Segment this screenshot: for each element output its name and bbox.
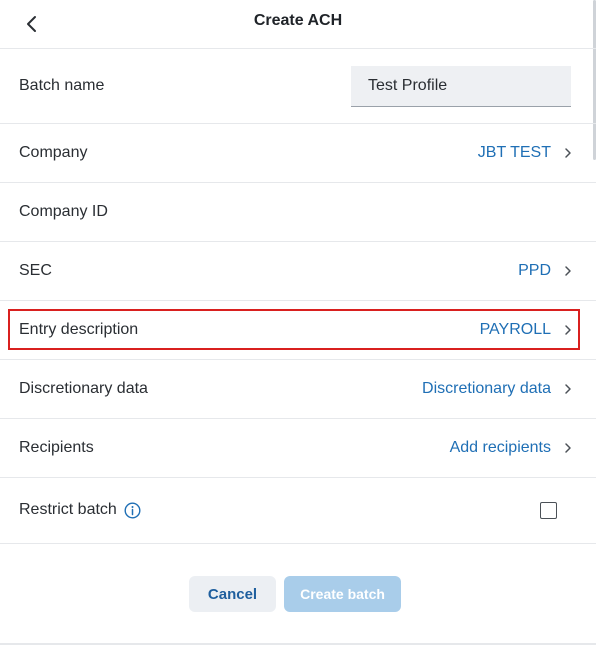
chevron-right-icon: [565, 443, 571, 453]
highlight-box: [8, 309, 580, 350]
company-label: Company: [19, 144, 88, 161]
sec-value[interactable]: PPD: [518, 262, 551, 280]
page-title: Create ACH: [253, 12, 343, 29]
chevron-right-icon: [565, 266, 571, 276]
discretionary-data-label: Discretionary data: [19, 380, 148, 397]
discretionary-data-value[interactable]: Discretionary data: [422, 380, 551, 398]
add-recipients-link[interactable]: Add recipients: [450, 439, 551, 457]
restrict-batch-checkbox[interactable]: [540, 502, 557, 519]
batch-name-label: Batch name: [19, 77, 105, 94]
restrict-batch-label: Restrict batch: [19, 501, 117, 518]
info-icon[interactable]: [124, 502, 141, 519]
recipients-row[interactable]: Recipients Add recipients: [0, 419, 596, 477]
restrict-batch-row: Restrict batch: [0, 478, 596, 542]
recipients-label: Recipients: [19, 439, 94, 456]
company-value[interactable]: JBT TEST: [478, 144, 551, 162]
create-ach-dialog: Create ACH Batch name Company JBT TEST C…: [0, 0, 596, 645]
discretionary-data-row[interactable]: Discretionary data Discretionary data: [0, 360, 596, 418]
create-batch-button[interactable]: Create batch: [284, 576, 401, 612]
batch-name-input[interactable]: [351, 66, 571, 107]
divider: [0, 543, 596, 544]
sec-label: SEC: [19, 262, 52, 279]
company-row[interactable]: Company JBT TEST: [0, 124, 596, 182]
sec-row[interactable]: SEC PPD: [0, 242, 596, 300]
company-id-label: Company ID: [19, 203, 108, 220]
chevron-right-icon: [565, 384, 571, 394]
company-id-row: Company ID: [0, 183, 596, 241]
cancel-button[interactable]: Cancel: [189, 576, 276, 612]
chevron-right-icon: [565, 148, 571, 158]
header: Create ACH: [0, 0, 596, 48]
